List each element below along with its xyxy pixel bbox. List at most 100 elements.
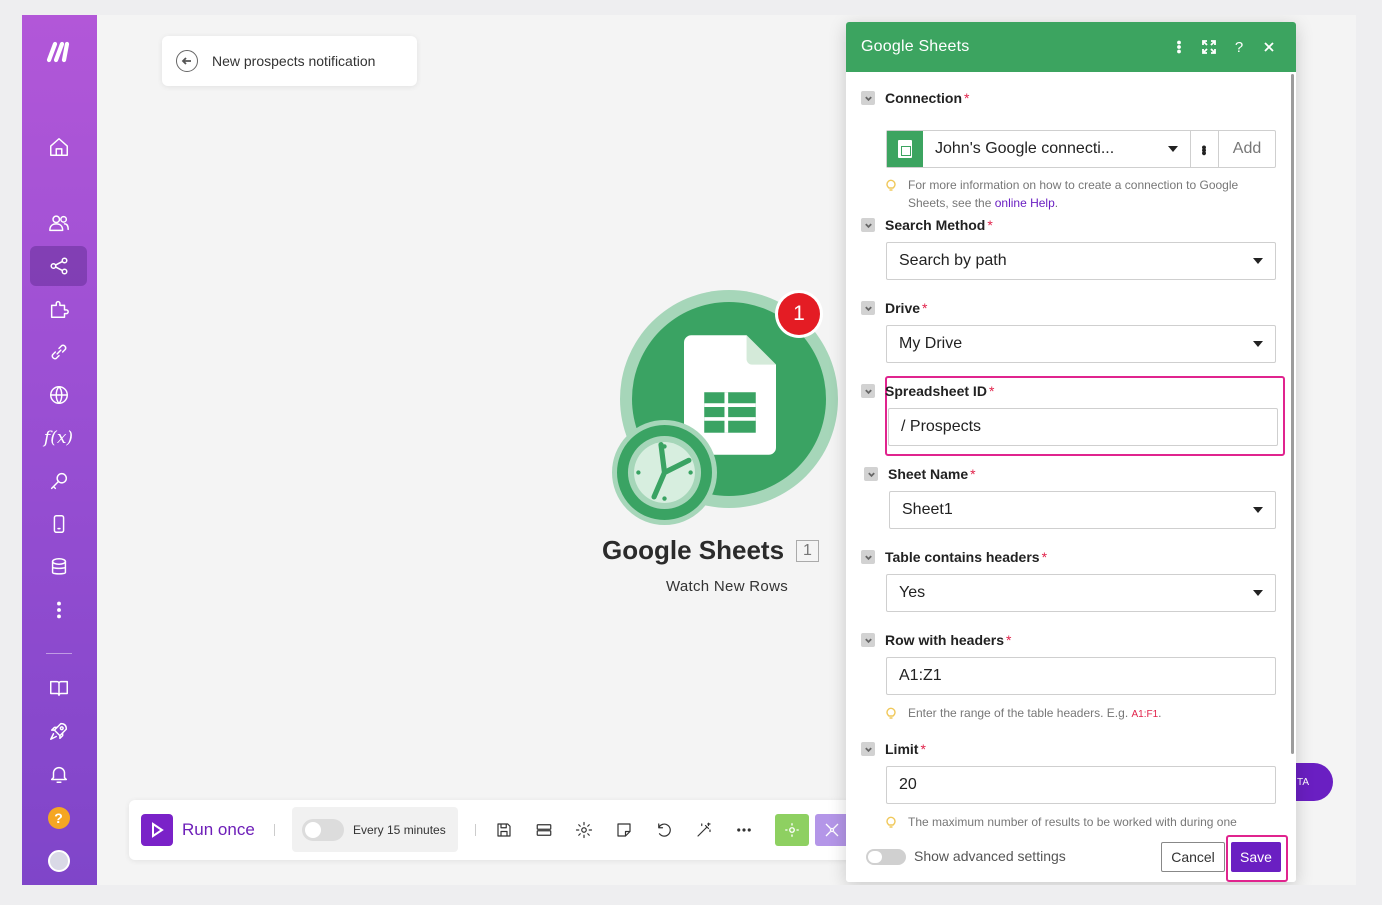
sidebar-item-home[interactable] [30, 127, 87, 167]
spreadsheet-id-label-text: Spreadsheet ID [885, 383, 987, 399]
users-icon [48, 215, 69, 232]
table-headers-label: Table contains headers * [861, 548, 1276, 566]
field-toggle-checkbox[interactable] [864, 467, 878, 481]
field-toggle-checkbox[interactable] [861, 218, 875, 232]
sidebar-item-scenarios[interactable] [30, 246, 87, 286]
row-headers-field: Row with headers * A1:Z1 Enter the range … [861, 631, 1276, 720]
close-icon [1264, 42, 1274, 52]
app-window: f(x) ? New prospects notification 1 Goog… [22, 15, 1356, 885]
required-marker: * [1041, 549, 1048, 565]
auto-align-button[interactable] [692, 818, 716, 842]
sidebar-item-more[interactable] [30, 590, 87, 630]
field-toggle-checkbox[interactable] [861, 742, 875, 756]
spreadsheet-id-input[interactable]: / Prospects [888, 408, 1278, 446]
rocket-icon [49, 722, 67, 740]
cancel-button[interactable]: Cancel [1161, 842, 1225, 872]
google-sheets-connection-icon [887, 131, 923, 167]
make-logo[interactable] [30, 32, 87, 72]
settings-button[interactable] [572, 818, 596, 842]
field-toggle-checkbox[interactable] [861, 91, 875, 105]
connection-hint-suffix: . [1054, 196, 1059, 210]
function-icon: f(x) [43, 428, 74, 448]
sidebar-item-help[interactable]: ? [30, 798, 87, 838]
advanced-settings-label[interactable]: Show advanced settings [914, 848, 1066, 864]
schedule-toggle[interactable] [302, 818, 344, 841]
floppy-icon [497, 823, 511, 837]
sidebar-item-webhooks[interactable] [30, 375, 87, 415]
sidebar-item-connections[interactable] [30, 332, 87, 372]
scenario-name[interactable]: New prospects notification [212, 53, 375, 69]
toolbar-separator [475, 824, 476, 836]
drive-select[interactable]: My Drive [886, 325, 1276, 363]
sidebar-item-profile[interactable] [30, 841, 87, 881]
search-method-select[interactable]: Search by path [886, 242, 1276, 280]
connection-value[interactable]: John's Google connecti... [923, 131, 1191, 167]
scheduling-button[interactable] [532, 818, 556, 842]
row-headers-hint-suffix: . [1158, 706, 1162, 720]
cog-icon [785, 823, 799, 837]
field-toggle-checkbox[interactable] [861, 301, 875, 315]
field-toggle-checkbox[interactable] [861, 633, 875, 647]
schedule-control[interactable]: Every 15 minutes [292, 807, 458, 852]
panel-expand-button[interactable] [1194, 32, 1224, 62]
add-connection-button[interactable]: Add [1219, 131, 1275, 167]
save-scenario-button[interactable] [492, 818, 516, 842]
required-marker: * [920, 741, 926, 757]
row-headers-value: A1:Z1 [899, 667, 942, 684]
sidebar-item-team[interactable] [30, 203, 87, 243]
schedule-clock-icon[interactable] [612, 420, 717, 525]
limit-hint-text: The maximum number of results to be work… [908, 815, 1237, 829]
make-logo-icon [46, 41, 69, 63]
tools-button[interactable] [775, 814, 809, 846]
field-toggle-checkbox[interactable] [861, 384, 875, 398]
notes-button[interactable] [612, 818, 636, 842]
table-headers-select[interactable]: Yes [886, 574, 1276, 612]
sheet-name-field: Sheet Name * Sheet1 [864, 465, 1279, 529]
module-id: 1 [796, 539, 819, 562]
key-icon [50, 472, 67, 490]
sidebar-item-launch[interactable] [30, 711, 87, 751]
module-subtitle: Watch New Rows [666, 578, 789, 595]
panel-body: Connection * John's Google connecti... ••… [846, 72, 1296, 832]
google-sheets-module[interactable]: 1 Google Sheets 1 Watch New Rows [602, 285, 852, 615]
online-help-link[interactable]: online Help [995, 196, 1055, 210]
required-marker: * [1006, 632, 1012, 648]
sidebar-item-keys[interactable] [30, 461, 87, 501]
sidebar-item-data-stores[interactable] [30, 547, 87, 587]
panel-title: Google Sheets [861, 38, 970, 55]
connection-select[interactable]: John's Google connecti... ••• Add [886, 130, 1276, 168]
connection-options-button[interactable]: ••• [1191, 131, 1219, 167]
panel-close-button[interactable] [1254, 32, 1284, 62]
field-toggle-checkbox[interactable] [861, 550, 875, 564]
sidebar-item-devices[interactable] [30, 504, 87, 544]
row-headers-hint-text: Enter the range of the table headers. E.… [908, 706, 1132, 720]
row-headers-input[interactable]: A1:Z1 [886, 657, 1276, 695]
arrow-left-icon [181, 57, 191, 65]
limit-input[interactable]: 20 [886, 766, 1276, 804]
required-marker: * [987, 217, 993, 233]
operations-badge[interactable]: 1 [775, 290, 823, 338]
sidebar-item-templates[interactable] [30, 289, 87, 329]
caret-down-icon [1253, 590, 1263, 596]
schedule-label[interactable]: Every 15 minutes [353, 823, 446, 837]
advanced-settings-toggle[interactable] [866, 849, 906, 865]
save-button[interactable]: Save [1231, 842, 1281, 872]
sidebar-item-docs[interactable] [30, 668, 87, 708]
floating-button-label: TA [1297, 776, 1310, 788]
limit-label: Limit * [861, 740, 1276, 758]
sidebar-item-functions[interactable]: f(x) [30, 418, 87, 458]
panel-menu-button[interactable] [1164, 32, 1194, 62]
panel-header: Google Sheets ? [846, 22, 1296, 72]
more-options-button[interactable] [732, 818, 756, 842]
scenario-title-box: New prospects notification [162, 36, 417, 86]
back-button[interactable] [176, 50, 198, 72]
panel-help-button[interactable]: ? [1224, 32, 1254, 62]
run-once-button[interactable]: Run once [141, 814, 255, 846]
chevron-down-icon [864, 223, 872, 228]
module-settings-panel: Google Sheets ? Connection * John's Goog… [846, 22, 1296, 882]
sidebar-item-notifications[interactable] [30, 754, 87, 794]
drive-label-text: Drive [885, 300, 921, 316]
flow-control-button[interactable] [815, 814, 849, 846]
undo-button[interactable] [652, 818, 676, 842]
sheet-name-select[interactable]: Sheet1 [889, 491, 1276, 529]
